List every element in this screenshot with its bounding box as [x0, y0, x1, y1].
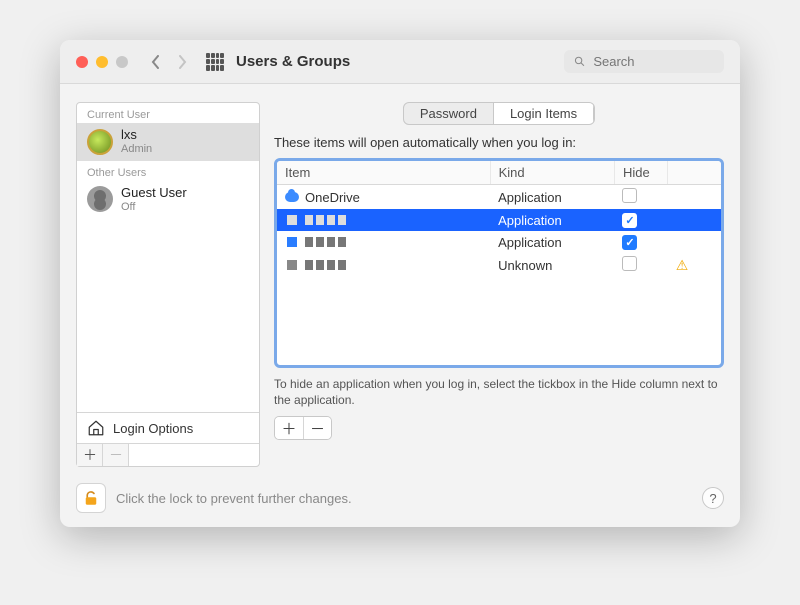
item-kind: Unknown	[490, 253, 614, 277]
house-icon	[87, 419, 105, 437]
back-button[interactable]	[146, 53, 166, 71]
add-login-item-button[interactable]: ＋	[275, 417, 303, 439]
login-items-add-remove: ＋ －	[274, 416, 724, 440]
app-icon	[285, 235, 299, 249]
preferences-window: Users & Groups Current User lxs Admin Ot…	[60, 40, 740, 527]
add-user-button[interactable]: ＋	[77, 444, 103, 466]
user-role: Off	[121, 201, 187, 214]
app-icon	[285, 258, 299, 272]
item-name: OneDrive	[305, 190, 360, 205]
hide-checkbox[interactable]	[622, 235, 637, 250]
warning-icon: ⚠	[676, 257, 689, 273]
remove-login-item-button[interactable]: －	[303, 417, 331, 439]
window-title: Users & Groups	[236, 53, 564, 70]
item-name	[305, 215, 346, 225]
item-name	[305, 260, 346, 270]
hide-checkbox[interactable]	[622, 256, 637, 271]
col-item[interactable]: Item	[277, 161, 490, 185]
main-panel: Password Login Items These items will op…	[274, 102, 724, 467]
cloud-icon	[285, 190, 299, 204]
lock-open-icon	[82, 489, 100, 507]
sidebar-section-current: Current User	[77, 103, 259, 123]
users-sidebar: Current User lxs Admin Other Users Guest…	[76, 102, 260, 467]
tabs: Password Login Items	[274, 102, 724, 125]
tab-login-items[interactable]: Login Items	[493, 103, 594, 124]
search-icon	[574, 55, 585, 68]
footer: Click the lock to prevent further change…	[60, 475, 740, 527]
login-items-table: Item Kind Hide OneDriveApplicationApplic…	[274, 158, 724, 368]
hide-checkbox[interactable]	[622, 213, 637, 228]
hide-checkbox[interactable]	[622, 188, 637, 203]
search-input[interactable]	[591, 53, 714, 70]
close-icon[interactable]	[76, 56, 88, 68]
login-options-label: Login Options	[113, 421, 193, 436]
lock-text: Click the lock to prevent further change…	[116, 491, 692, 506]
user-name: lxs	[121, 128, 152, 143]
table-row[interactable]: Application	[277, 231, 721, 253]
lock-button[interactable]	[76, 483, 106, 513]
sidebar-user-guest[interactable]: Guest User Off	[77, 181, 259, 219]
avatar-icon	[87, 129, 113, 155]
login-options-button[interactable]: Login Options	[77, 412, 259, 443]
item-kind: Application	[490, 185, 614, 210]
table-row[interactable]: Application	[277, 209, 721, 231]
forward-button[interactable]	[172, 53, 192, 71]
item-kind: Application	[490, 231, 614, 253]
user-role: Admin	[121, 143, 152, 156]
user-name: Guest User	[121, 186, 187, 201]
sidebar-user-current[interactable]: lxs Admin	[77, 123, 259, 161]
sidebar-section-other: Other Users	[77, 161, 259, 181]
zoom-icon[interactable]	[116, 56, 128, 68]
table-row[interactable]: Unknown ⚠	[277, 253, 721, 277]
hide-hint: To hide an application when you log in, …	[274, 376, 724, 408]
login-items-description: These items will open automatically when…	[274, 135, 724, 150]
app-icon	[285, 213, 299, 227]
item-name	[305, 237, 346, 247]
titlebar: Users & Groups	[60, 40, 740, 84]
remove-user-button: －	[103, 444, 129, 466]
content: Current User lxs Admin Other Users Guest…	[60, 84, 740, 475]
col-kind[interactable]: Kind	[490, 161, 614, 185]
nav-buttons	[146, 53, 192, 71]
help-button[interactable]: ?	[702, 487, 724, 509]
window-controls	[76, 56, 128, 68]
tab-password[interactable]: Password	[404, 103, 493, 124]
minimize-icon[interactable]	[96, 56, 108, 68]
table-row[interactable]: OneDrive Application	[277, 185, 721, 210]
search-field[interactable]	[564, 50, 724, 73]
col-status	[668, 161, 721, 185]
item-kind: Application	[490, 209, 614, 231]
col-hide[interactable]: Hide	[614, 161, 667, 185]
sidebar-add-remove: ＋ －	[77, 443, 259, 466]
avatar-icon	[87, 186, 113, 212]
show-all-icon[interactable]	[206, 53, 224, 71]
